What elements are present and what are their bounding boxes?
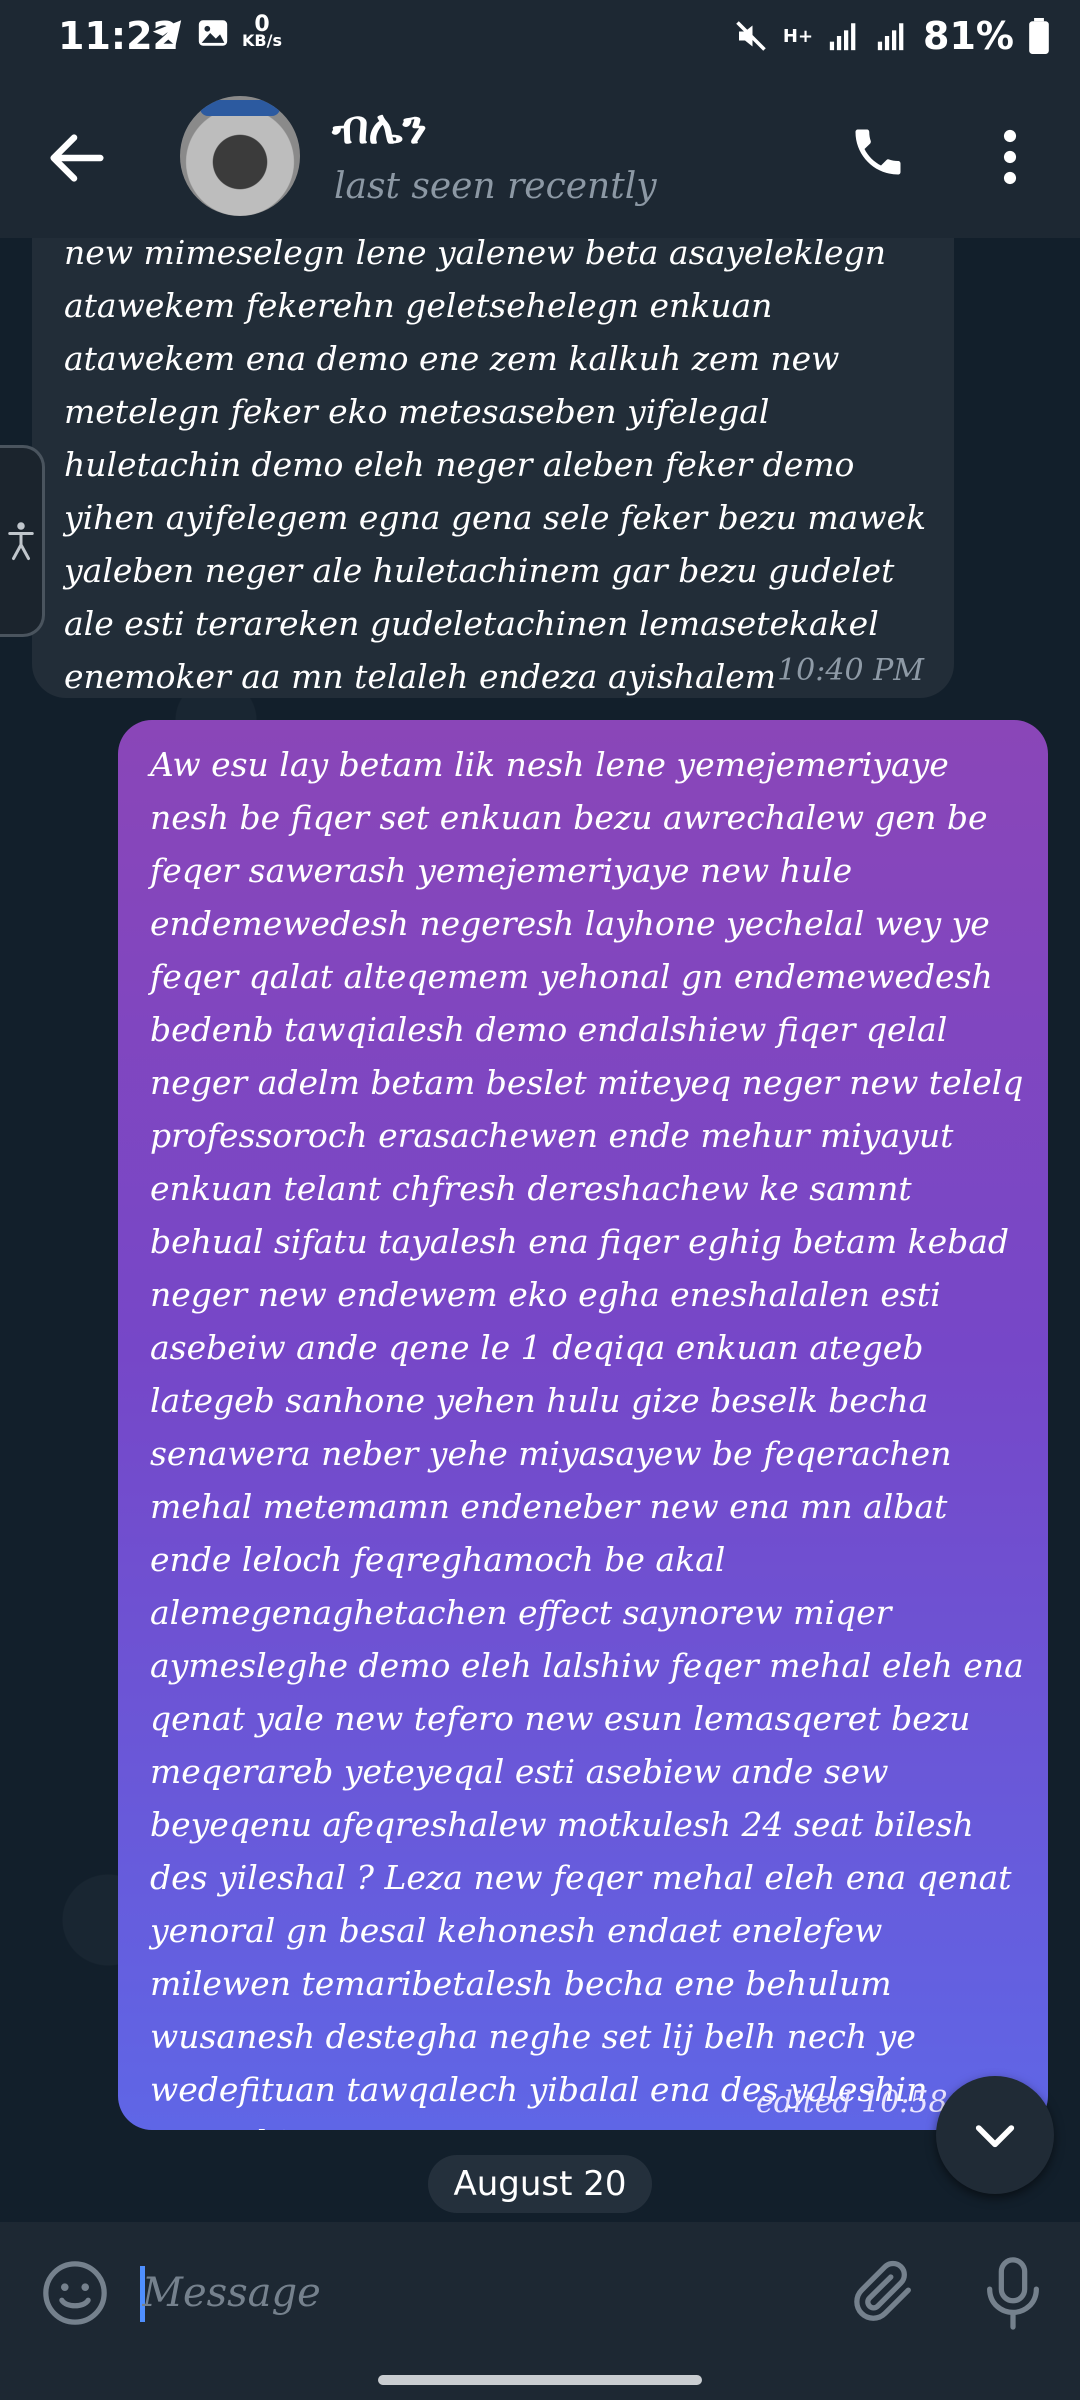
paperclip-icon [854, 2260, 911, 2321]
more-vertical-icon [1003, 129, 1017, 185]
mute-icon [736, 21, 766, 51]
network-type: H+ [782, 25, 814, 47]
scroll-down-button[interactable] [936, 2076, 1054, 2194]
battery-icon [1029, 18, 1049, 54]
message-input[interactable] [140, 2252, 824, 2334]
accessibility-tab[interactable] [0, 445, 45, 637]
outgoing-message[interactable]: Aw esu lay betam lik nesh lene yemejemer… [118, 720, 1048, 2130]
message-text: Aw esu lay betam lik nesh lene yemejemer… [150, 745, 1024, 2130]
emoji-button[interactable] [40, 2258, 110, 2328]
chat-header: ብሌን last seen recently [0, 78, 1080, 238]
message-time: 10:40 PM [777, 653, 924, 688]
status-icons-left: 0 KB/s [150, 14, 282, 50]
back-button[interactable] [42, 123, 112, 193]
call-button[interactable] [848, 122, 918, 192]
incoming-message[interactable]: new mimeselegn lene yalenew beta asayele… [32, 238, 954, 698]
status-icons-right: H+ 81% [733, 14, 1050, 58]
attach-button[interactable] [850, 2258, 920, 2328]
signal-icon [829, 23, 856, 51]
home-indicator[interactable] [378, 2375, 702, 2385]
message-text: new mimeselegn lene yalenew beta asayele… [64, 238, 927, 696]
chevron-down-icon [975, 2125, 1015, 2148]
voice-message-button[interactable] [978, 2254, 1048, 2330]
phone-icon [855, 129, 901, 175]
contact-name[interactable]: ብሌን [332, 100, 427, 156]
microphone-icon [987, 2257, 1039, 2330]
last-seen-status: last seen recently [334, 166, 657, 207]
gallery-notification-icon [198, 20, 228, 46]
message-composer [0, 2222, 1080, 2362]
telegram-notification-icon [152, 20, 182, 46]
avatar[interactable] [180, 96, 300, 216]
status-bar: 11:22 0 KB/s H+ 81% [0, 0, 1080, 78]
arrow-left-icon [50, 134, 104, 182]
network-speed: 0 KB/s [242, 14, 282, 50]
battery-percentage: 81% [923, 14, 1014, 58]
navigation-bar [0, 2362, 1080, 2400]
more-options-button[interactable] [990, 122, 1030, 192]
accessibility-icon [8, 522, 34, 560]
date-separator: August 20 [428, 2155, 652, 2213]
signal-icon-2 [877, 23, 904, 51]
smiley-icon [43, 2261, 107, 2325]
network-speed-unit: KB/s [242, 31, 282, 50]
